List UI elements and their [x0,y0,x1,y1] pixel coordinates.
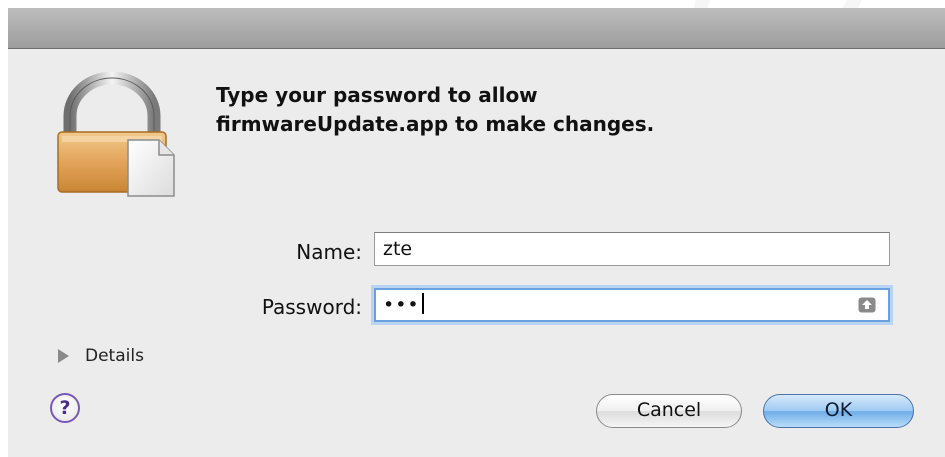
name-label: Name: [296,240,362,264]
capslock-icon [858,297,876,313]
disclosure-triangle-icon[interactable] [58,349,69,363]
screenshot-stage: Type your password to allow firmwareUpda… [0,0,945,457]
password-value: ••• [383,294,420,316]
authentication-dialog: Type your password to allow firmwareUpda… [8,8,945,457]
password-field[interactable]: ••• [374,288,890,322]
name-field[interactable]: zte [374,232,890,266]
ok-button[interactable]: OK [763,394,914,428]
password-label: Password: [261,295,362,319]
dialog-message-line2: firmwareUpdate.app to make changes. [216,112,655,136]
dialog-message: Type your password to allow firmwareUpda… [216,81,916,139]
help-button[interactable]: ? [50,393,80,423]
cancel-button[interactable]: Cancel [596,394,742,428]
lock-icon [57,72,175,197]
details-disclosure[interactable]: Details [58,346,144,366]
dialog-titlebar[interactable] [8,8,945,49]
name-value: zte [383,238,413,260]
dialog-message-line1: Type your password to allow [216,83,538,107]
details-label: Details [85,346,144,366]
text-cursor [421,293,424,314]
